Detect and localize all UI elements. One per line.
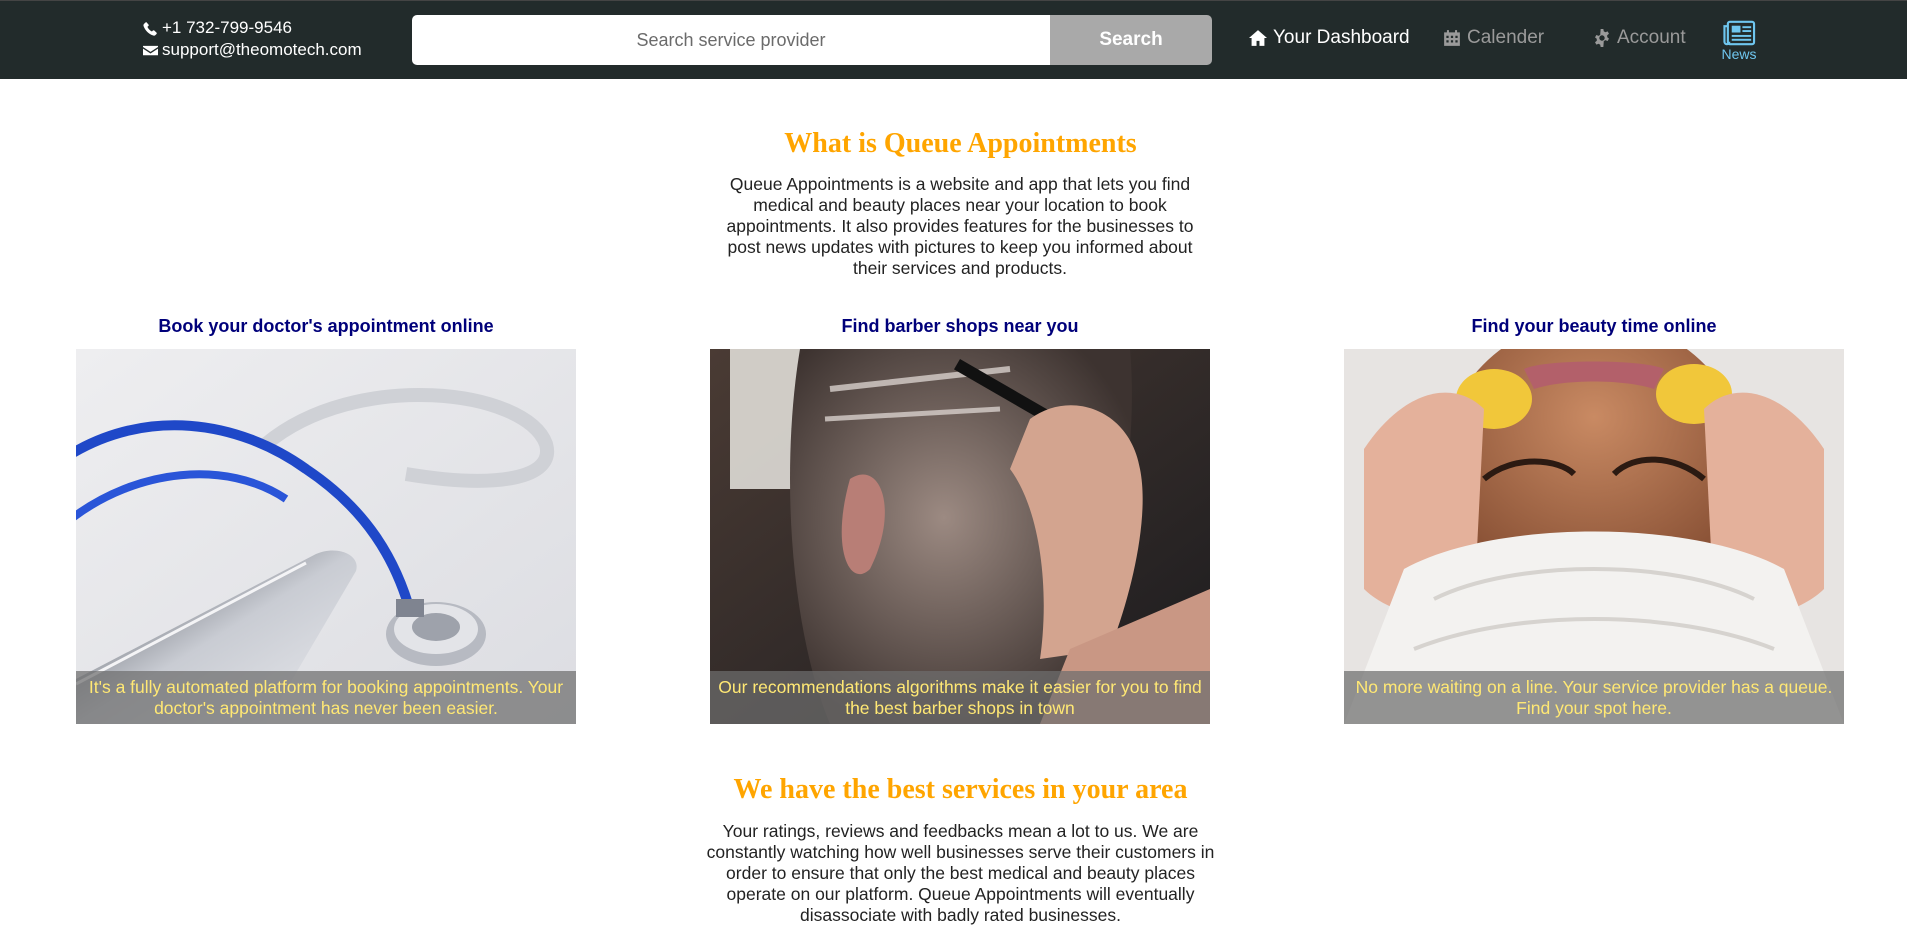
card-barber-title: Find barber shops near you (841, 316, 1079, 336)
card-barber: Find barber shops near you Our recommend… (710, 316, 1210, 724)
search-input[interactable] (412, 15, 1050, 65)
envelope-icon (143, 45, 158, 55)
nav-dashboard[interactable]: Your Dashboard (1249, 27, 1410, 49)
phone-number: +1 732-799-9546 (162, 18, 292, 37)
services-text: Your ratings, reviews and feedbacks mean… (706, 821, 1215, 925)
card-beauty-title: Find your beauty time online (1471, 316, 1717, 336)
home-icon (1249, 30, 1267, 46)
services-title: We have the best services in your area (733, 774, 1188, 805)
card-doctor: Book your doctor's appointment online It… (76, 316, 576, 724)
card-doctor-image: It's a fully automated platform for book… (76, 349, 576, 724)
nav-calendar-label: Calender (1467, 27, 1545, 48)
newspaper-icon (1722, 20, 1755, 46)
nav-account-label: Account (1617, 27, 1686, 48)
card-doctor-caption: It's a fully automated platform for book… (76, 671, 576, 724)
card-beauty-image: No more waiting on a line. Your service … (1344, 349, 1844, 724)
contact-info: +1 732-799-9546 support@theomotech.com (143, 17, 362, 61)
card-doctor-title: Book your doctor's appointment online (158, 316, 494, 336)
stethoscope-phone-photo (76, 349, 576, 724)
card-beauty: Find your beauty time online No more wai… (1344, 316, 1844, 724)
nav-news-label: News (1721, 46, 1757, 62)
phone-line: +1 732-799-9546 (143, 17, 362, 39)
support-email[interactable]: support@theomotech.com (162, 39, 362, 61)
search-button[interactable]: Search (1050, 15, 1212, 65)
email-line: support@theomotech.com (143, 39, 362, 61)
card-barber-caption: Our recommendations algorithms make it e… (710, 671, 1210, 724)
phone-icon (143, 21, 157, 36)
nav-account[interactable]: Account (1593, 27, 1686, 49)
card-beauty-caption: No more waiting on a line. Your service … (1344, 671, 1844, 724)
gear-icon (1595, 29, 1609, 47)
facial-treatment-photo (1344, 349, 1844, 724)
top-navbar: +1 732-799-9546 support@theomotech.com S… (0, 0, 1907, 79)
search-bar: Search (412, 15, 1212, 65)
calendar-icon (1444, 30, 1460, 46)
about-title: What is Queue Appointments (784, 128, 1137, 159)
nav-news[interactable]: News (1717, 20, 1761, 62)
about-text: Queue Appointments is a website and app … (726, 174, 1194, 278)
nav-calendar[interactable]: Calender (1443, 27, 1544, 49)
nav-dashboard-label: Your Dashboard (1273, 27, 1410, 48)
card-barber-image: Our recommendations algorithms make it e… (710, 349, 1210, 724)
barber-haircut-photo (710, 349, 1210, 724)
